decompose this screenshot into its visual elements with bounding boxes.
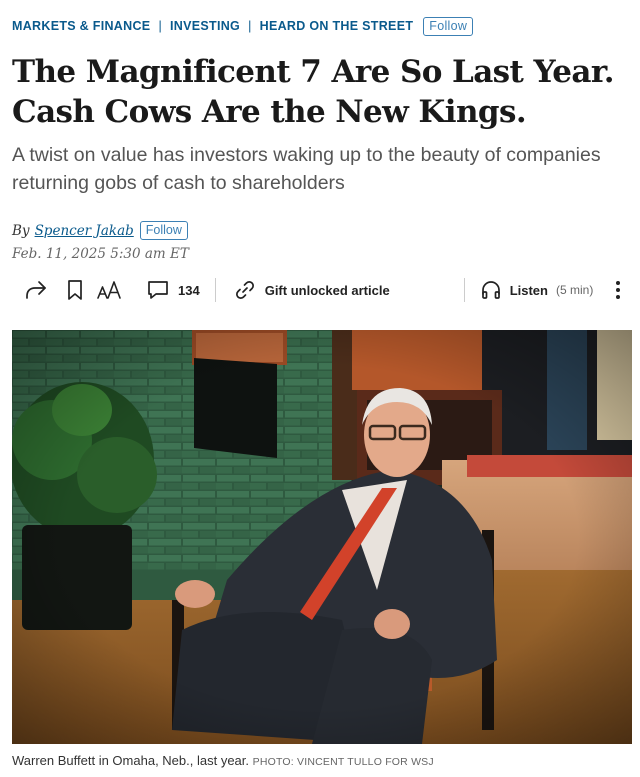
more-options-button[interactable] bbox=[615, 270, 621, 310]
share-button[interactable] bbox=[24, 270, 48, 310]
gift-article-label: Gift unlocked article bbox=[264, 282, 390, 298]
photo-credit: PHOTO: VINCENT TULLO FOR WSJ bbox=[252, 756, 434, 768]
toolbar-divider bbox=[463, 278, 465, 302]
breadcrumb-separator: | bbox=[158, 19, 162, 33]
text-size-button[interactable] bbox=[97, 270, 123, 310]
breadcrumb-heard-on-the-street[interactable]: HEARD ON THE STREET bbox=[260, 19, 414, 33]
comments-button[interactable]: 134 bbox=[147, 270, 200, 310]
article-photo bbox=[12, 330, 632, 744]
breadcrumb-separator: | bbox=[248, 19, 252, 33]
gift-article-button[interactable]: Gift unlocked article bbox=[234, 270, 390, 310]
comment-count: 134 bbox=[178, 282, 200, 298]
byline-prefix: By bbox=[12, 222, 30, 239]
follow-section-button[interactable]: Follow bbox=[423, 16, 474, 36]
text-size-icon bbox=[97, 279, 123, 301]
bookmark-icon bbox=[67, 279, 83, 301]
article-headline: The Magnificent 7 Are So Last Year. Cash… bbox=[12, 54, 615, 130]
toolbar-divider bbox=[214, 278, 216, 302]
breadcrumb: MARKETS & FINANCE | INVESTING | HEARD ON… bbox=[12, 16, 474, 36]
listen-label: Listen bbox=[509, 282, 548, 298]
save-button[interactable] bbox=[67, 270, 83, 310]
author-link[interactable]: Spencer Jakab bbox=[35, 223, 134, 239]
more-vertical-icon bbox=[615, 279, 621, 301]
follow-author-button[interactable]: Follow bbox=[139, 221, 188, 240]
publish-date: Feb. 11, 2025 5:30 am ET bbox=[12, 246, 189, 262]
listen-button[interactable]: Listen (5 min) bbox=[481, 270, 594, 310]
comment-icon bbox=[147, 279, 169, 301]
article-toolbar: 134 Gift unlocked article Listen (5 min) bbox=[12, 270, 632, 310]
breadcrumb-markets-finance[interactable]: MARKETS & FINANCE bbox=[12, 19, 150, 33]
photo-caption: Warren Buffett in Omaha, Neb., last year… bbox=[12, 753, 434, 768]
caption-text: Warren Buffett in Omaha, Neb., last year… bbox=[12, 753, 249, 768]
article-dek: A twist on value has investors waking up… bbox=[12, 144, 601, 194]
byline: By Spencer Jakab Follow bbox=[12, 221, 188, 240]
link-icon bbox=[234, 279, 256, 301]
breadcrumb-investing[interactable]: INVESTING bbox=[170, 19, 240, 33]
headphones-icon bbox=[481, 279, 501, 301]
listen-duration: (5 min) bbox=[555, 283, 594, 297]
share-icon bbox=[24, 279, 48, 301]
